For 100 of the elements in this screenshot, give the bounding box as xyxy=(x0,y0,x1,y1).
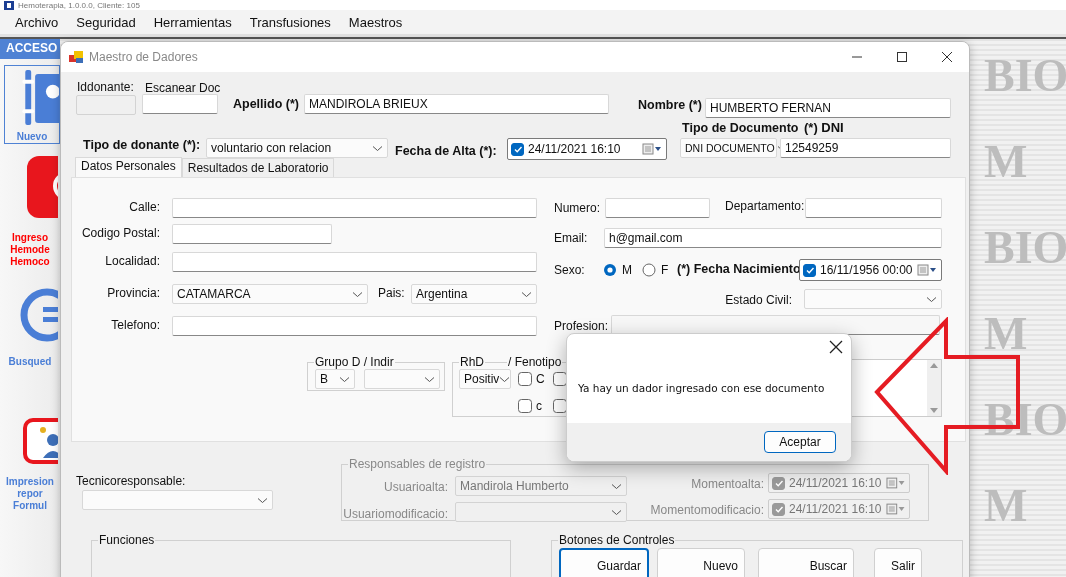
field-label: Momentoalta: xyxy=(690,477,764,491)
tab[interactable]: Resultados de Laboratorio xyxy=(181,158,335,177)
text-field[interactable]: h@gmail.com xyxy=(604,228,942,248)
group-title: Grupo D / Indir xyxy=(314,355,395,369)
accept-button[interactable]: Aceptar xyxy=(764,431,836,453)
chevron-icon xyxy=(926,295,937,303)
field-label: Usuarioalta: xyxy=(382,480,448,494)
sidebar-label: Busqued xyxy=(8,356,52,368)
checkbox-option[interactable]: c xyxy=(518,399,545,413)
field-label: Email: xyxy=(554,231,588,245)
checkmark-icon xyxy=(512,144,523,154)
dropdown[interactable]: DNI DOCUMENTO xyxy=(680,138,777,158)
text-field[interactable] xyxy=(172,252,537,272)
form-icon xyxy=(69,51,83,63)
checkmark-icon xyxy=(804,265,815,275)
calendar-icon xyxy=(885,503,905,515)
field-label: Numero: xyxy=(554,201,600,215)
sidebar-header: ACCESO xyxy=(0,39,60,59)
checkbox-option[interactable]: C xyxy=(518,372,545,386)
text-field[interactable] xyxy=(805,198,942,218)
form-button[interactable]: Guardar xyxy=(559,548,649,577)
field-label: Estado Civil: xyxy=(724,293,792,307)
field-label: Usuariomodificacio: xyxy=(342,507,448,521)
text-field[interactable] xyxy=(605,198,710,218)
group-title: RhD xyxy=(459,355,485,369)
sidebar-label: Impresion repor Formul xyxy=(6,476,54,512)
dropdown[interactable]: Positiv xyxy=(459,369,511,389)
menu-item[interactable]: Maestros xyxy=(348,14,403,30)
checkbox[interactable] xyxy=(552,372,567,386)
field-label: Tipo de donante (*): xyxy=(83,138,201,152)
chevron-icon xyxy=(521,290,532,298)
group-title: Botones de Controles xyxy=(558,533,676,547)
field-label: Pais: xyxy=(378,286,405,300)
calendar-icon xyxy=(885,477,905,489)
chevron-icon xyxy=(611,508,622,516)
text-field[interactable] xyxy=(172,198,537,218)
sidebar-item[interactable]: Ingreso Hemode Hemoco xyxy=(2,156,58,268)
date-picker[interactable]: 24/11/2021 16:10 xyxy=(507,138,667,160)
chevron-icon xyxy=(611,482,622,490)
form-button[interactable]: Buscar xyxy=(758,548,854,577)
chevron-icon xyxy=(424,375,435,383)
dropdown[interactable]: CATAMARCA xyxy=(172,284,368,304)
group-title: / Fenotipo xyxy=(507,355,563,369)
radio-button[interactable]: M xyxy=(603,263,632,277)
text-field[interactable] xyxy=(611,315,940,335)
field-label: Apellido (*) xyxy=(233,97,299,111)
print-icon xyxy=(23,418,58,464)
dropdown[interactable]: Argentina xyxy=(411,284,537,304)
field-label: Profesion: xyxy=(554,319,609,333)
checkbox[interactable] xyxy=(803,263,816,277)
menu-item[interactable]: Seguridad xyxy=(76,14,136,30)
field-label: Departamento: xyxy=(725,199,805,213)
checkbox[interactable] xyxy=(552,399,567,413)
field-label: Fecha de Alta (*): xyxy=(395,144,497,158)
close-icon[interactable] xyxy=(941,51,953,63)
group-title: Funciones xyxy=(98,533,156,547)
close-icon[interactable] xyxy=(829,340,843,354)
field-label: Localidad: xyxy=(104,254,160,268)
checkbox[interactable] xyxy=(511,142,524,156)
window-title: Hemoterapia, 1.0.0.0, Cliente: 105 xyxy=(18,1,140,10)
field-label: Iddonante: xyxy=(77,80,134,94)
tab[interactable]: Datos Personales xyxy=(75,157,182,177)
field-label: Telefono: xyxy=(110,318,160,332)
checkmark-icon xyxy=(773,504,784,514)
field-label: Provincia: xyxy=(106,286,160,300)
chevron-icon xyxy=(372,144,383,152)
text-field[interactable] xyxy=(172,224,332,244)
calendar-icon xyxy=(642,143,662,155)
chevron-icon xyxy=(339,375,350,383)
field-label: (*) Fecha Nacimiento xyxy=(677,262,801,276)
field-label: Tecnicoresponsable: xyxy=(76,474,186,488)
sidebar-item[interactable]: Busqued xyxy=(2,288,58,368)
maximize-icon[interactable] xyxy=(896,51,908,63)
field-label: Escanear Doc xyxy=(145,81,221,95)
text-field[interactable] xyxy=(142,94,218,114)
sidebar-item[interactable]: Nuevo xyxy=(4,65,60,144)
field-label: (*) DNI xyxy=(804,121,844,135)
menu-item[interactable]: Archivo xyxy=(15,14,59,30)
checkmark-icon xyxy=(773,478,784,488)
menu-item[interactable]: Herramientas xyxy=(153,14,232,30)
form-button[interactable]: Salir xyxy=(874,548,922,577)
menu-item[interactable]: Transfusiones xyxy=(249,14,331,30)
date-picker[interactable]: 16/11/1956 00:00 xyxy=(799,259,942,281)
sidebar-label: Nuevo xyxy=(16,131,48,143)
radio-button[interactable]: F xyxy=(642,263,669,277)
dropdown[interactable]: voluntario con relacion xyxy=(206,138,388,158)
text-field[interactable]: HUMBERTO FERNAN xyxy=(705,98,951,118)
field-label: Sexo: xyxy=(554,263,585,277)
dropdown[interactable]: B xyxy=(315,369,355,389)
field-label: Calle: xyxy=(128,200,160,214)
text-field[interactable]: MANDIROLA BRIEUX xyxy=(304,94,609,114)
text-field[interactable]: 12549259 xyxy=(780,138,951,158)
form-button[interactable]: Nuevo xyxy=(657,548,745,577)
text-field[interactable] xyxy=(172,316,537,336)
calendar-icon xyxy=(917,264,937,276)
chevron-icon xyxy=(257,496,268,504)
group-title: Responsables de registro xyxy=(348,457,487,471)
sidebar-label: Ingreso Hemode Hemoco xyxy=(10,232,50,268)
chevron-icon xyxy=(499,375,511,383)
field-label: Tipo de Documento xyxy=(682,121,799,135)
